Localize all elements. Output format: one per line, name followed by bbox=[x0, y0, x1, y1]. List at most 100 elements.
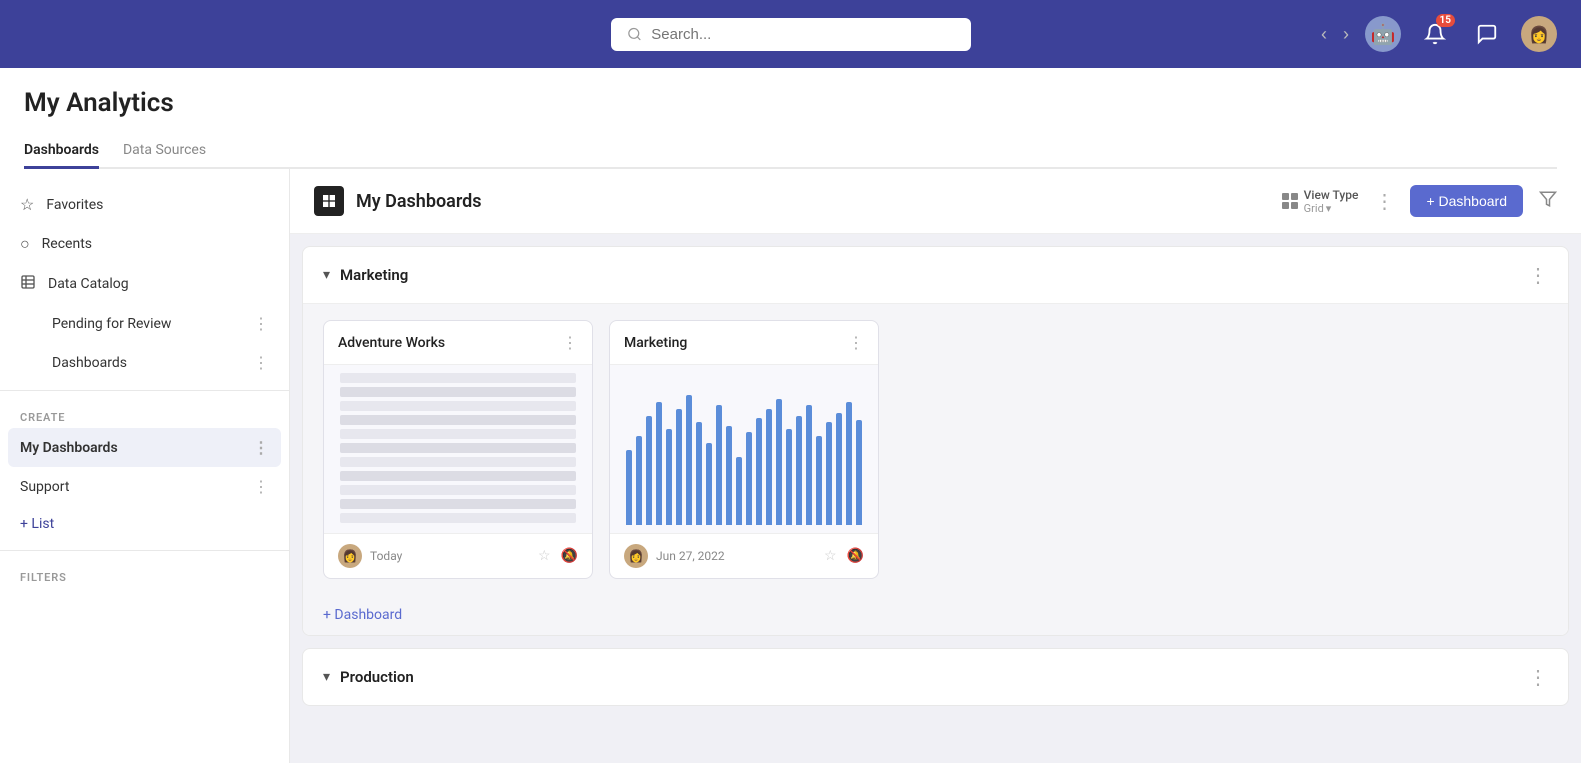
more-options-icon[interactable]: ⋮ bbox=[1374, 189, 1394, 213]
card-more-icon-2[interactable]: ⋮ bbox=[848, 333, 864, 352]
notification-badge: 15 bbox=[1436, 14, 1455, 27]
topbar-right: ‹ › 🤖 15 👩 bbox=[1321, 16, 1557, 52]
chat-button[interactable] bbox=[1469, 16, 1505, 52]
chart-bar bbox=[766, 409, 772, 525]
filters-section-label: FILTERS bbox=[0, 559, 289, 588]
card-footer-right: ☆ 🔕 bbox=[538, 548, 578, 564]
sidebar-item-support[interactable]: Support ⋮ bbox=[0, 467, 289, 506]
pending-more-icon[interactable]: ⋮ bbox=[253, 314, 269, 333]
chart-bar bbox=[856, 420, 862, 525]
chart-bar bbox=[746, 432, 752, 525]
content-title: My Dashboards bbox=[356, 191, 482, 212]
add-dashboard-link-label: + Dashboard bbox=[323, 607, 402, 623]
content-header-left: My Dashboards bbox=[314, 186, 482, 216]
forward-button[interactable]: › bbox=[1343, 24, 1349, 45]
my-dashboards-more-icon[interactable]: ⋮ bbox=[253, 438, 269, 457]
search-container bbox=[611, 18, 971, 51]
view-type-labels: View Type Grid ▾ bbox=[1304, 188, 1359, 215]
sidebar-item-my-dashboards[interactable]: My Dashboards ⋮ bbox=[8, 428, 281, 467]
chart-icon bbox=[20, 274, 36, 294]
card-more-icon[interactable]: ⋮ bbox=[562, 333, 578, 352]
card-date-2: Jun 27, 2022 bbox=[656, 549, 725, 563]
card-title-marketing: Marketing bbox=[624, 335, 687, 351]
sidebar-add-list[interactable]: + List bbox=[0, 506, 289, 542]
content-header-right: View Type Grid ▾ ⋮ + Dashboard bbox=[1282, 185, 1557, 217]
chart-bar bbox=[716, 405, 722, 525]
add-list-label: + List bbox=[20, 516, 54, 532]
notification-button[interactable]: 15 bbox=[1417, 16, 1453, 52]
chart-bar bbox=[666, 429, 672, 525]
support-more-icon[interactable]: ⋮ bbox=[253, 477, 269, 496]
dashboards-label: Dashboards bbox=[52, 355, 127, 371]
marketing-section: ▾ Marketing ⋮ Adventure Works ⋮ bbox=[302, 246, 1569, 636]
filter-button[interactable] bbox=[1539, 190, 1557, 213]
create-section-label: CREATE bbox=[0, 399, 289, 428]
chart-bar bbox=[706, 443, 712, 525]
sidebar-sub-item-dashboards[interactable]: Dashboards ⋮ bbox=[0, 343, 289, 382]
production-header: ▾ Production ⋮ bbox=[303, 649, 1568, 705]
sidebar-item-label: Data Catalog bbox=[48, 276, 129, 292]
topbar: ‹ › 🤖 15 👩 bbox=[0, 0, 1581, 68]
back-button[interactable]: ‹ bbox=[1321, 24, 1327, 45]
avatar-bot[interactable]: 🤖 bbox=[1365, 16, 1401, 52]
add-dashboard-link[interactable]: + Dashboard bbox=[303, 595, 1568, 635]
user-avatar[interactable]: 👩 bbox=[1521, 16, 1557, 52]
alert-off-icon[interactable]: 🔕 bbox=[561, 548, 578, 564]
preview-table bbox=[332, 365, 584, 533]
production-more-icon[interactable]: ⋮ bbox=[1528, 665, 1548, 689]
sidebar-item-favorites[interactable]: ☆ Favorites bbox=[0, 185, 289, 224]
card-footer-marketing: 👩 Jun 27, 2022 ☆ 🔕 bbox=[610, 534, 878, 578]
section-more-icon[interactable]: ⋮ bbox=[1528, 263, 1548, 287]
chart-bar bbox=[806, 405, 812, 525]
chart-bar bbox=[726, 426, 732, 525]
card-date: Today bbox=[370, 549, 402, 563]
card-marketing[interactable]: Marketing ⋮ 👩 Jun 27, 2022 ☆ bbox=[609, 320, 879, 579]
footer-avatar-2: 👩 bbox=[624, 544, 648, 568]
section-title-production: Production bbox=[340, 668, 414, 686]
view-type-button[interactable]: View Type Grid ▾ bbox=[1282, 188, 1359, 215]
production-collapse-icon[interactable]: ▾ bbox=[323, 669, 330, 685]
section-header-left: ▾ Marketing bbox=[323, 266, 408, 284]
sidebar-divider-2 bbox=[0, 550, 289, 551]
chart-bar bbox=[826, 422, 832, 525]
card-adventure-works[interactable]: Adventure Works ⋮ bbox=[323, 320, 593, 579]
view-type-sub: Grid ▾ bbox=[1304, 202, 1359, 215]
page-header: My Analytics Dashboards Data Sources bbox=[0, 68, 1581, 169]
chart-bar bbox=[836, 413, 842, 525]
search-input[interactable] bbox=[651, 26, 954, 43]
card-footer-adventure: 👩 Today ☆ 🔕 bbox=[324, 534, 592, 578]
production-section: ▾ Production ⋮ bbox=[302, 648, 1569, 706]
sidebar-item-data-catalog[interactable]: Data Catalog bbox=[0, 264, 289, 304]
alert-off-icon-2[interactable]: 🔕 bbox=[847, 548, 864, 564]
sidebar-divider bbox=[0, 390, 289, 391]
sidebar-sub-item-pending[interactable]: Pending for Review ⋮ bbox=[0, 304, 289, 343]
chart-bar bbox=[696, 422, 702, 525]
dashboards-more-icon[interactable]: ⋮ bbox=[253, 353, 269, 372]
chart-bar bbox=[636, 436, 642, 525]
card-preview-marketing bbox=[610, 364, 878, 534]
star-icon-card-2[interactable]: ☆ bbox=[824, 548, 837, 564]
add-dashboard-button[interactable]: + Dashboard bbox=[1410, 185, 1523, 217]
section-title-marketing: Marketing bbox=[340, 266, 408, 284]
card-header-marketing: Marketing ⋮ bbox=[610, 321, 878, 364]
my-dashboards-label: My Dashboards bbox=[20, 440, 118, 456]
production-header-left: ▾ Production bbox=[323, 668, 414, 686]
sidebar-item-label: Favorites bbox=[46, 197, 103, 213]
sidebar-item-recents[interactable]: ○ Recents bbox=[0, 224, 289, 264]
sidebar: ☆ Favorites ○ Recents Data Catalog Pendi… bbox=[0, 169, 290, 763]
chart-bar bbox=[846, 402, 852, 525]
card-preview-adventure bbox=[324, 364, 592, 534]
collapse-icon[interactable]: ▾ bbox=[323, 267, 330, 283]
card-title-adventure: Adventure Works bbox=[338, 335, 445, 351]
tab-dashboards[interactable]: Dashboards bbox=[24, 134, 99, 169]
chart-bar bbox=[686, 395, 692, 525]
clock-icon: ○ bbox=[20, 234, 30, 254]
chart-bar bbox=[676, 409, 682, 525]
chart-bar bbox=[646, 416, 652, 525]
sidebar-item-label: Recents bbox=[42, 236, 92, 252]
tabs: Dashboards Data Sources bbox=[24, 134, 1557, 169]
tab-data-sources[interactable]: Data Sources bbox=[123, 134, 206, 169]
chart-bar bbox=[736, 457, 742, 525]
star-icon-card[interactable]: ☆ bbox=[538, 548, 551, 564]
main-layout: ☆ Favorites ○ Recents Data Catalog Pendi… bbox=[0, 169, 1581, 763]
